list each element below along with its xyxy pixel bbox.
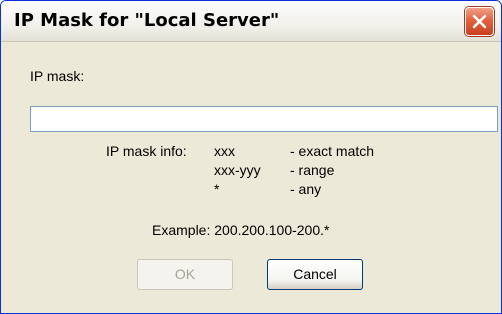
ip-mask-dialog: IP Mask for "Local Server" IP mask: IP m… (0, 0, 502, 314)
cancel-button[interactable]: Cancel (267, 259, 363, 290)
ip-mask-info-label: IP mask info: (106, 143, 187, 159)
close-icon (472, 14, 487, 29)
info-desc-exact: - exact match (290, 143, 375, 159)
info-pattern-any: * (214, 181, 220, 197)
info-pattern-exact: xxx (214, 143, 235, 159)
title-bar[interactable]: IP Mask for "Local Server" (1, 1, 501, 42)
close-button[interactable] (465, 7, 494, 36)
ip-mask-input[interactable] (30, 106, 498, 132)
example-text: Example: 200.200.100-200.* (152, 222, 330, 238)
info-desc-any: - any (290, 181, 322, 197)
info-pattern-range: xxx-yyy (214, 162, 261, 178)
ip-mask-label: IP mask: (30, 68, 85, 84)
ok-button[interactable]: OK (137, 259, 233, 290)
info-desc-range: - range (290, 162, 335, 178)
window-title: IP Mask for "Local Server" (14, 10, 280, 31)
dialog-body: IP mask: IP mask info: xxx - exact match… (1, 42, 501, 313)
